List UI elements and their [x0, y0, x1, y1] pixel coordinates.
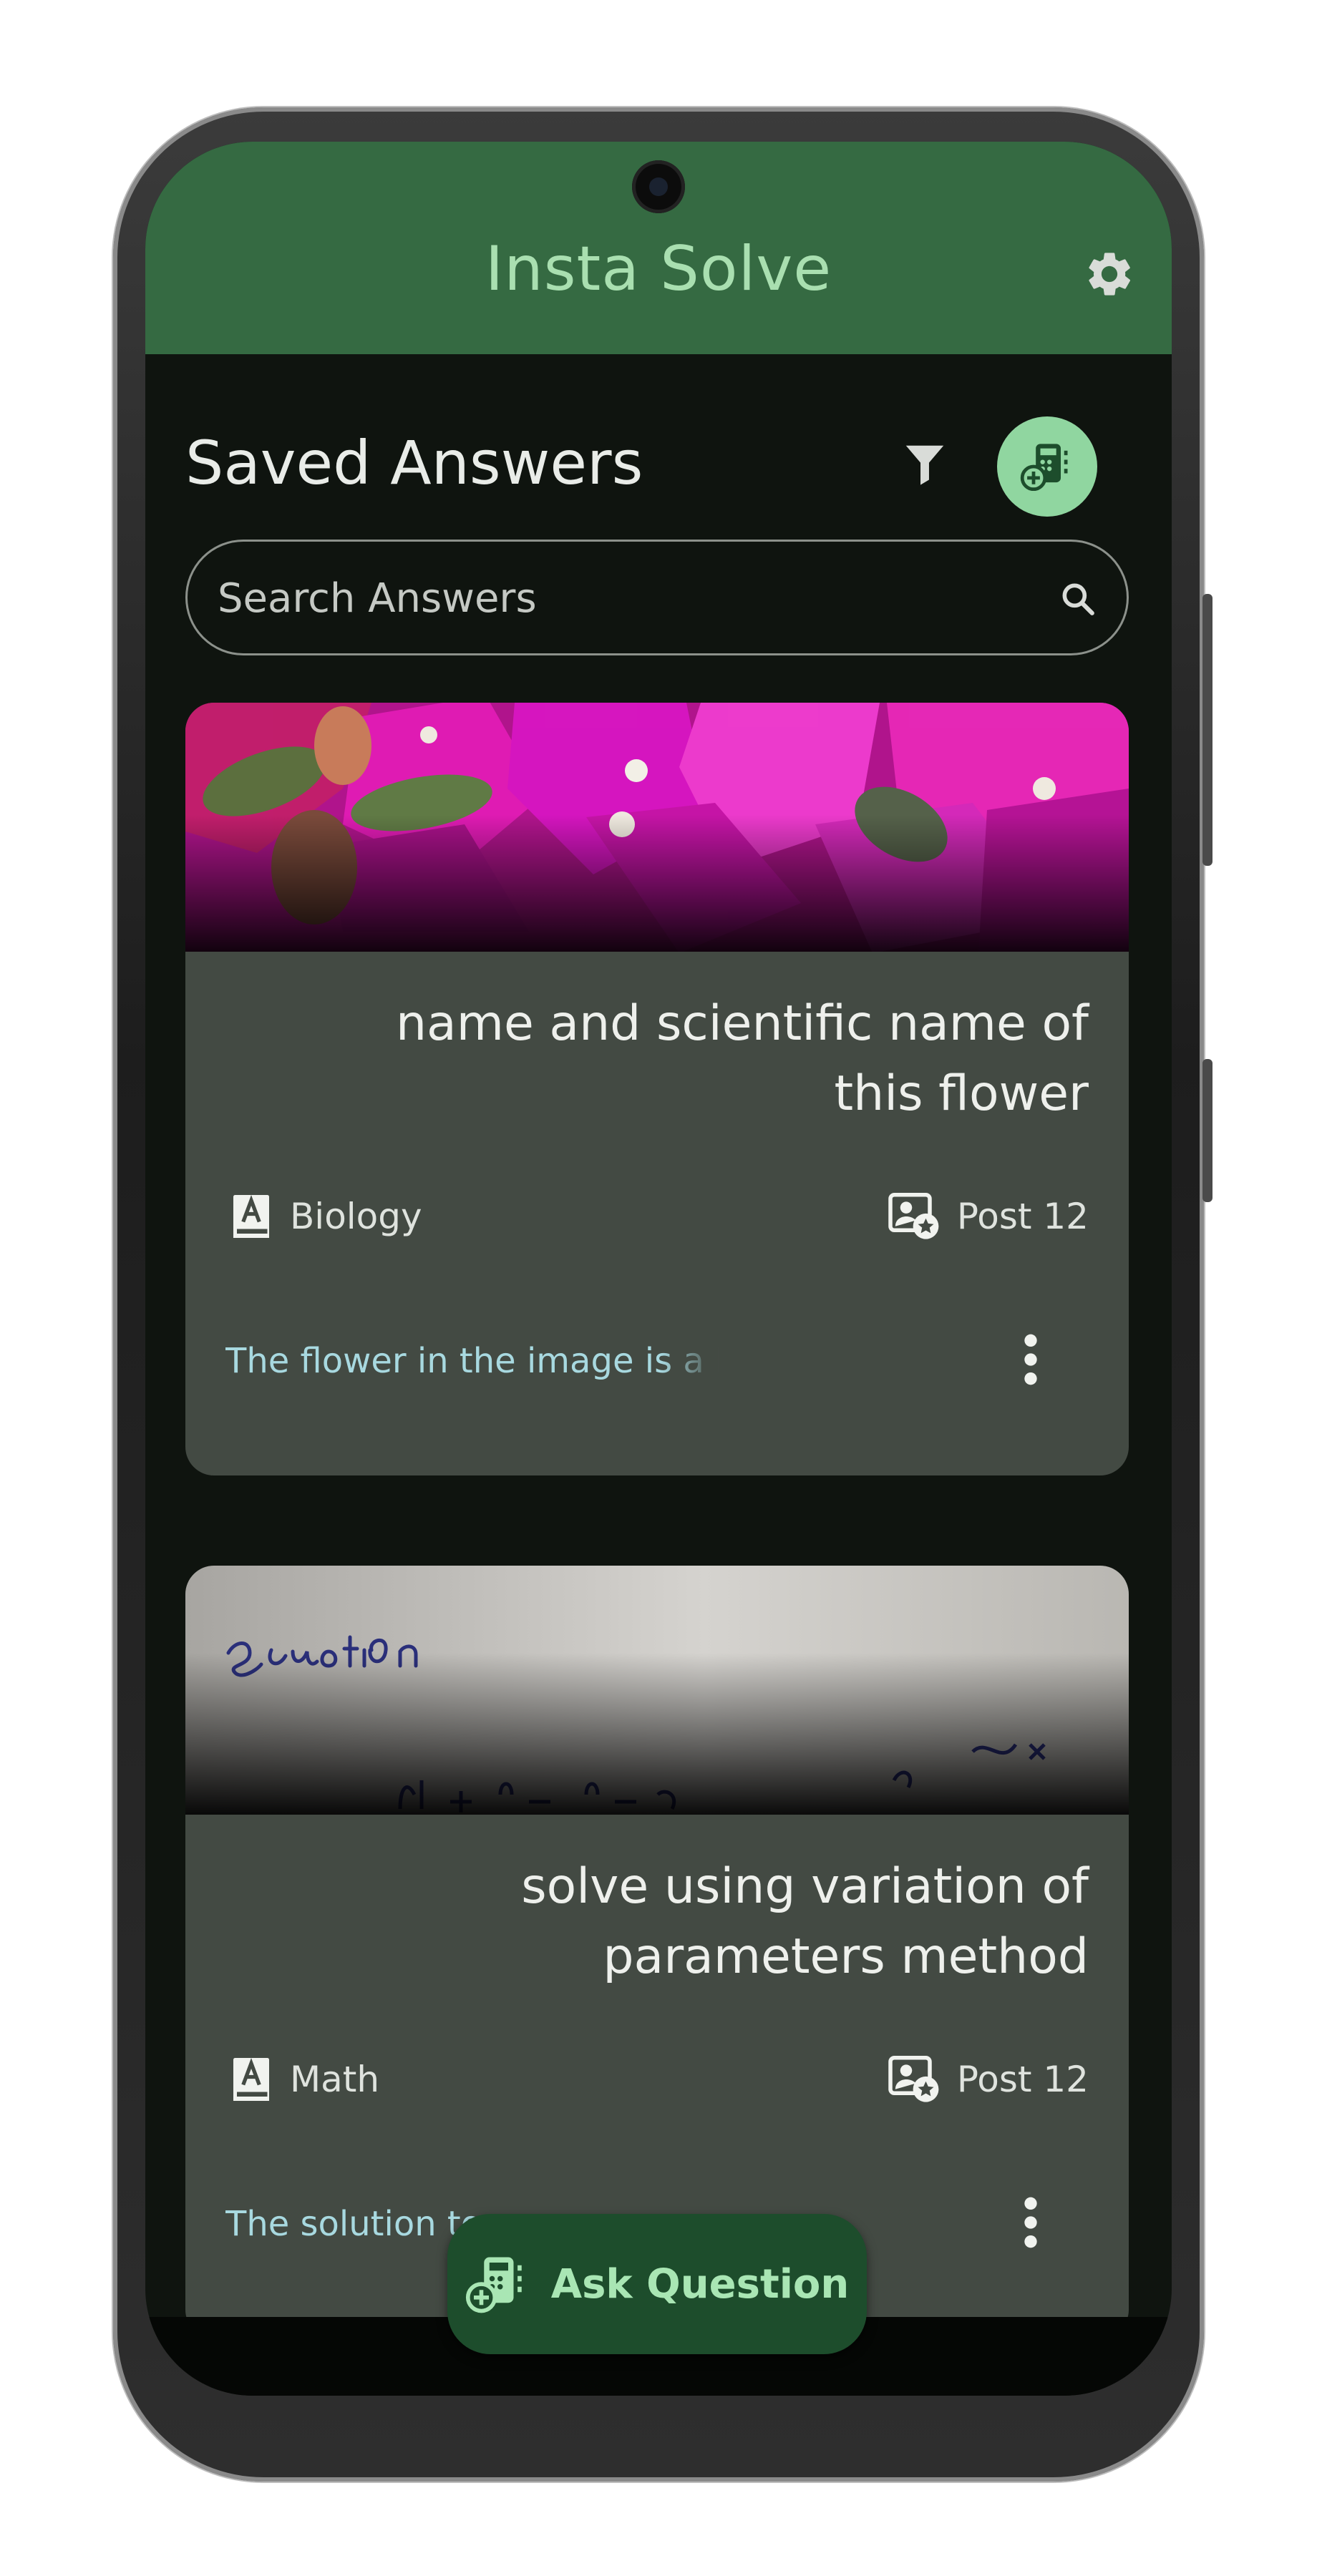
more-vert-icon[interactable] [1020, 2194, 1041, 2251]
subject-text: Biology [290, 1196, 422, 1237]
flower-photo [185, 703, 1129, 952]
filter-icon[interactable] [904, 442, 946, 487]
calculator-add-icon [465, 2257, 522, 2313]
badge-icon [888, 2056, 939, 2102]
search-input[interactable] [216, 542, 1006, 655]
subject-label: Biology [230, 1188, 422, 1245]
gear-icon[interactable] [1083, 248, 1136, 301]
ask-question-button[interactable]: Ask Question [447, 2214, 867, 2354]
subject-text: Math [290, 2059, 380, 2100]
book-icon [233, 1195, 269, 1238]
page-title: Saved Answers [185, 428, 643, 498]
search-field[interactable] [185, 540, 1129, 655]
add-question-button[interactable] [997, 416, 1097, 517]
post-text: Post 12 [956, 1196, 1089, 1237]
post-text: Post 12 [956, 2059, 1089, 2100]
calculator-add-icon [1020, 444, 1068, 492]
post-label: Post 12 [888, 1188, 1089, 1245]
fab-label: Ask Question [550, 2260, 850, 2308]
subject-label: Math [230, 2051, 379, 2108]
more-vert-icon[interactable] [1020, 1331, 1041, 1388]
screen: Insta Solve Saved Answers Search Answers… [145, 142, 1172, 2396]
app-bar: Insta Solve [145, 142, 1172, 354]
card-image-flower [185, 703, 1129, 952]
badge-icon [888, 1193, 939, 1239]
app-title: Insta Solve [485, 233, 832, 305]
answer-preview: The flower in the image is a Bo [225, 1341, 719, 1381]
power-button [1202, 1059, 1212, 1202]
book-icon [233, 2058, 269, 2101]
card-image-equation [185, 1566, 1129, 1815]
answer-card[interactable]: name and scientific name of this flower … [185, 703, 1129, 1475]
front-camera [632, 160, 685, 213]
equation-photo [185, 1566, 1129, 1815]
post-label: Post 12 [888, 2051, 1089, 2108]
card-title: name and scientific name of this flower [395, 995, 1089, 1122]
search-icon[interactable] [1058, 579, 1098, 619]
volume-button [1202, 594, 1212, 866]
card-title: solve using variation of parameters meth… [521, 1858, 1089, 1985]
